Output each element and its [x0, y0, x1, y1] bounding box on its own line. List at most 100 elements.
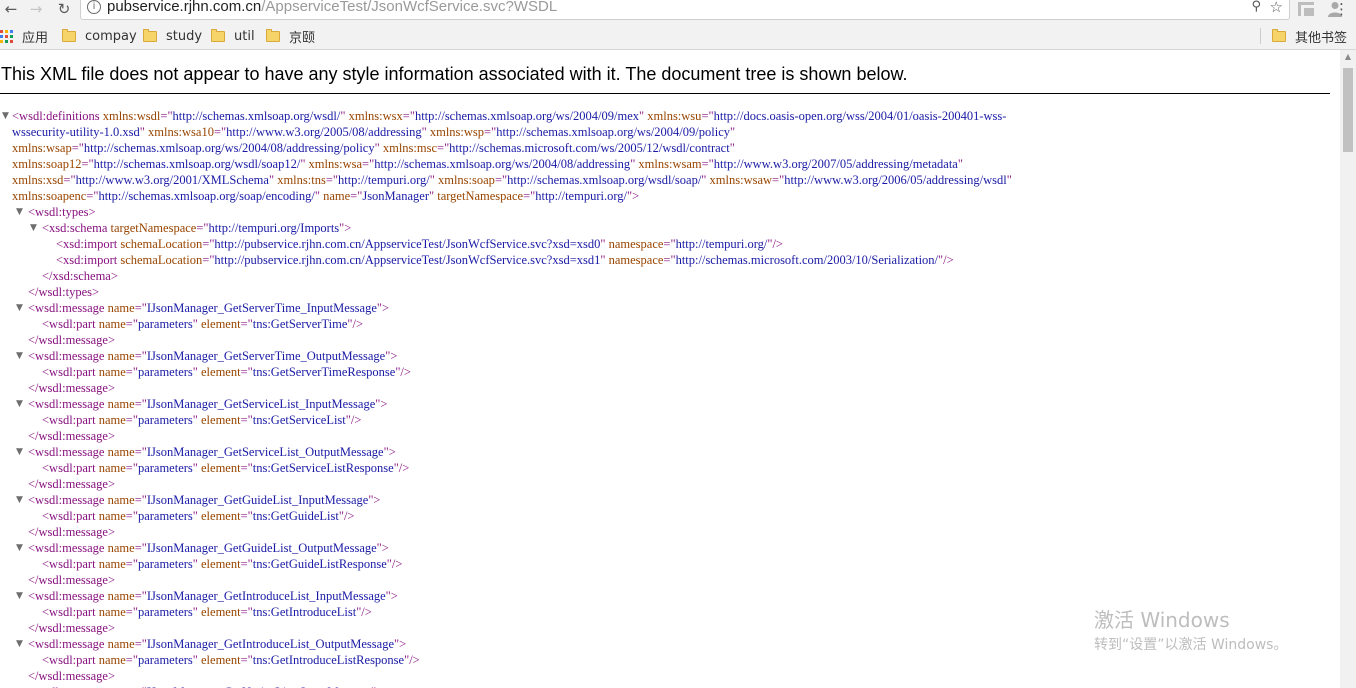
xml-line: <wsdl:message name="IJsonManager_GetGuid…: [28, 492, 380, 508]
xml-attr-value: http://schemas.xmlsoap.org/ws/2004/09/me…: [414, 109, 640, 123]
bookmark-apps[interactable]: 应用: [0, 27, 49, 46]
info-icon[interactable]: i: [87, 0, 101, 14]
xml-tag-text: <wsdl:types>: [28, 205, 96, 219]
collapse-triangle-icon[interactable]: ▼: [16, 396, 26, 412]
collapse-triangle-icon[interactable]: ▼: [16, 684, 26, 688]
xml-tag-text: ": [192, 509, 201, 523]
xml-tag-text: <wsdl:message: [28, 397, 108, 411]
xml-tag-text: =": [71, 141, 84, 155]
xml-attr-name: targetNamespace: [110, 221, 197, 235]
xml-attr-value: tns:GetIntroduceList: [252, 605, 357, 619]
xml-attr-name: name: [107, 493, 135, 507]
xml-tag-text: =": [240, 413, 253, 427]
bookmark-folder-study[interactable]: study: [143, 27, 202, 45]
xml-attr-name: xmlns:soap: [437, 173, 495, 187]
xml-tag-text: =": [484, 125, 497, 139]
zoom-icon[interactable]: ⚲: [1251, 0, 1261, 14]
xml-tag-text: =": [437, 141, 450, 155]
xml-attr-name: name: [107, 301, 135, 315]
xml-attr-name: xmlns:msc: [382, 141, 438, 155]
xml-tag-text: ": [428, 189, 438, 203]
xml-tag-text: =": [125, 365, 138, 379]
xml-attr-name: name: [98, 653, 126, 667]
xml-attr-name: name: [107, 589, 135, 603]
xml-tag-text: =": [81, 157, 94, 171]
bookmark-star-icon[interactable]: ☆: [1270, 0, 1283, 16]
xml-attr-value: tns:GetServerTimeResponse: [252, 365, 396, 379]
xml-tag-text: <wsdl:definitions: [12, 109, 103, 123]
bookmark-folder-compay[interactable]: compay: [62, 27, 137, 45]
collapse-triangle-icon[interactable]: ▼: [16, 300, 26, 316]
xml-attr-name: schemaLocation: [120, 237, 203, 251]
xml-attr-value: parameters: [137, 557, 193, 571]
xml-tag-text: =": [240, 461, 253, 475]
collapse-triangle-icon[interactable]: ▼: [16, 348, 26, 364]
url-text[interactable]: pubservice.rjhn.com.cn/AppserviceTest/Js…: [107, 0, 557, 16]
xml-tag-text: =": [240, 653, 253, 667]
extension-icon[interactable]: [1298, 2, 1314, 16]
xml-attr-name: xmlns:wsa10: [148, 125, 214, 139]
collapse-triangle-icon[interactable]: ▼: [16, 636, 26, 652]
xml-attr-value: parameters: [137, 605, 193, 619]
reload-icon[interactable]: ↻: [55, 0, 73, 18]
xml-line: <wsdl:message name="IJsonManager_GetIntr…: [28, 588, 398, 604]
collapse-triangle-icon[interactable]: ▼: [2, 108, 12, 124]
xml-tag-text: ">: [385, 349, 398, 363]
xml-line: <wsdl:message name="IJsonManager_GetServ…: [28, 348, 397, 364]
xml-tag-text: ": [639, 109, 648, 123]
xml-tag-text: =": [63, 173, 76, 187]
collapse-triangle-icon[interactable]: ▼: [16, 588, 26, 604]
xml-tag-text: "/>: [356, 605, 372, 619]
bookmark-folder-other[interactable]: 其他书签: [1272, 27, 1347, 46]
collapse-triangle-icon[interactable]: ▼: [16, 204, 26, 220]
collapse-triangle-icon[interactable]: ▼: [16, 540, 26, 556]
collapse-triangle-icon[interactable]: ▼: [16, 492, 26, 508]
xml-tag-text: <wsdl:message: [28, 541, 108, 555]
xml-tag-text: </wsdl:message>: [28, 429, 116, 443]
xml-attr-value: tns:GetGuideList: [252, 509, 339, 523]
xml-tag-text: <wsdl:message: [28, 493, 108, 507]
xml-attr-value: http://schemas.microsoft.com/ws/2005/12/…: [449, 141, 730, 155]
bookmark-label: 应用: [22, 30, 49, 46]
back-arrow-icon[interactable]: ←: [2, 0, 20, 18]
xml-line: <wsdl:part name="parameters" element="tn…: [42, 508, 354, 524]
vertical-scrollbar[interactable]: ▲: [1340, 50, 1356, 688]
xml-tag-text: ": [730, 125, 736, 139]
bookmarks-bar: 应用 compay study util 京颐 其他书签: [0, 22, 1356, 50]
xml-tag-text: <xsd:import: [56, 253, 121, 267]
scrollbar-thumb[interactable]: [1343, 68, 1353, 152]
xml-attr-name: xmlns:wsaw: [709, 173, 773, 187]
xml-attr-value: tns:GetServerTime: [252, 317, 348, 331]
xml-tag-text: =": [213, 125, 227, 139]
collapse-triangle-icon[interactable]: ▼: [30, 220, 40, 236]
xml-tag-text: ": [314, 189, 324, 203]
xml-attr-name: xmlns:wsap: [12, 141, 72, 155]
xml-tag-text: ": [600, 253, 609, 267]
xml-line: </wsdl:message>: [28, 524, 115, 540]
xml-tag-text: =": [523, 189, 536, 203]
xml-tag-text: =": [240, 557, 253, 571]
scroll-up-icon[interactable]: ▲: [1340, 50, 1356, 64]
bookmark-folder-jingyi[interactable]: 京颐: [266, 27, 315, 46]
xml-attr-name: xmlns:wsdl: [102, 109, 161, 123]
bookmark-label: study: [166, 28, 203, 44]
xml-attr-value: http://www.w3.org/2005/08/addressing: [226, 125, 422, 139]
xml-attr-value: http://tempuri.org/: [337, 173, 430, 187]
xml-tag-text: ": [1006, 173, 1012, 187]
bookmark-folder-util[interactable]: util: [211, 27, 255, 45]
xml-attr-name: name: [107, 445, 135, 459]
xml-tag-text: "/>: [404, 653, 420, 667]
xml-line: <wsdl:part name="parameters" element="tn…: [42, 460, 409, 476]
menu-icon[interactable]: ⋮: [1334, 0, 1349, 18]
xml-attr-value: IJsonManager_GetGuideList_OutputMessage: [146, 541, 377, 555]
xml-tag-text: =": [772, 173, 785, 187]
xml-attr-name: name: [107, 541, 135, 555]
xml-attr-value: http://schemas.xmlsoap.org/wsdl/: [172, 109, 341, 123]
address-bar[interactable]: i pubservice.rjhn.com.cn/AppserviceTest/…: [80, 0, 1290, 20]
xml-tag-text: =": [202, 237, 215, 251]
xml-attr-name: name: [323, 189, 351, 203]
forward-arrow-icon[interactable]: →: [27, 0, 45, 18]
xml-attr-name: schemaLocation: [120, 253, 203, 267]
xml-tag-text: ": [340, 109, 349, 123]
collapse-triangle-icon[interactable]: ▼: [16, 444, 26, 460]
